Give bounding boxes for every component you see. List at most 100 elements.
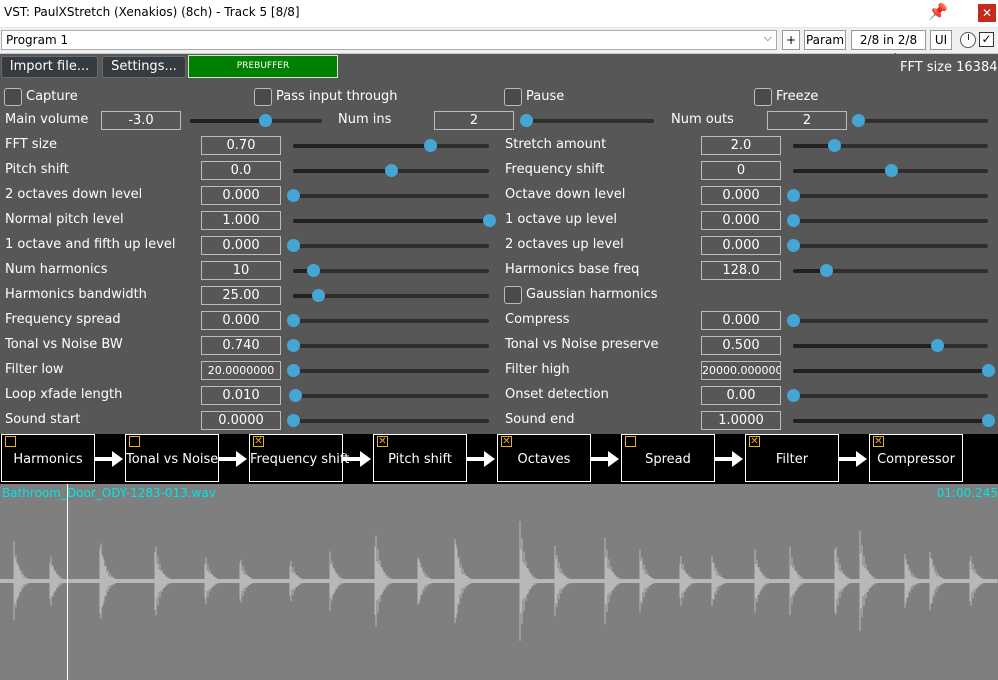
main-volume-value[interactable]: -3.0 [101,111,181,130]
2-octaves-down-level-value[interactable]: 0.000 [201,186,281,205]
wet-knob[interactable] [960,32,976,48]
octave-down-level-slider[interactable] [787,189,988,202]
close-icon[interactable]: ✕ [978,4,996,22]
1-octave-and-fifth-up-level-value[interactable]: 0.000 [201,236,281,255]
tonal-vs-noise-preserve-slider-thumb[interactable] [931,339,945,352]
module-enable-checkbox[interactable] [129,436,140,447]
stretch-amount-value[interactable]: 2.0 [701,136,781,155]
pitch-shift-slider-thumb[interactable] [385,164,398,177]
onset-detection-slider-thumb[interactable] [787,389,800,402]
octave-down-level-slider-thumb[interactable] [787,189,800,202]
2-octaves-down-level-slider[interactable] [287,189,489,202]
import-file-button[interactable]: Import file... [1,56,98,78]
tonal-vs-noise-bw-slider-thumb[interactable] [287,339,300,352]
num-outs-slider[interactable] [852,114,988,127]
module-enable-checkbox[interactable] [5,436,16,447]
filter-low-slider[interactable] [287,364,489,377]
1-octave-and-fifth-up-level-slider[interactable] [287,239,489,252]
2-octaves-down-level-slider-thumb[interactable] [287,189,300,202]
2-octaves-up-level-slider[interactable] [787,239,988,252]
sound-end-value[interactable]: 1.0000 [701,411,781,430]
1-octave-up-level-slider[interactable] [787,214,988,227]
num-ins-slider-thumb[interactable] [520,114,533,127]
routing-button[interactable]: 2/8 in 2/8 out [851,30,926,65]
ui-button[interactable]: UI [930,30,952,50]
module-enable-checkbox[interactable]: ✕ [749,436,760,447]
checkbox-box[interactable] [4,88,22,106]
num-harmonics-value[interactable]: 10 [201,261,281,280]
harmonics-bandwidth-slider-thumb[interactable] [312,289,326,302]
2-octaves-up-level-value[interactable]: 0.000 [701,236,781,255]
1-octave-up-level-value[interactable]: 0.000 [701,211,781,230]
harmonics-bandwidth-slider[interactable] [293,289,489,302]
program-select[interactable]: Program 1 ⌵ [1,30,777,50]
module-enable-checkbox[interactable]: ✕ [873,436,884,447]
module-harmonics[interactable]: Harmonics [1,434,95,482]
module-filter[interactable]: ✕ Filter [745,434,839,482]
octave-down-level-value[interactable]: 0.000 [701,186,781,205]
sound-start-value[interactable]: 0.0000 [201,411,281,430]
onset-detection-value[interactable]: 0.00 [701,386,781,405]
num-outs-slider-thumb[interactable] [852,114,865,127]
checkbox-box[interactable] [254,88,272,106]
fft-size-value[interactable]: 0.70 [201,136,281,155]
main-volume-slider-thumb[interactable] [259,114,273,127]
2-octaves-up-level-slider-thumb[interactable] [787,239,800,252]
fft-size-slider[interactable] [293,139,489,152]
normal-pitch-level-slider-thumb[interactable] [483,214,496,227]
checkbox-box[interactable] [504,286,522,304]
prebuffer-indicator[interactable]: PREBUFFER [188,55,338,78]
fft-size-slider-thumb[interactable] [424,139,438,152]
playhead-cursor[interactable] [67,484,68,680]
settings-button[interactable]: Settings... [102,56,186,78]
harmonics-base-freq-slider[interactable] [793,264,988,277]
compress-value[interactable]: 0.000 [701,311,781,330]
tonal-vs-noise-bw-slider[interactable] [287,339,489,352]
module-pitch-shift[interactable]: ✕ Pitch shift [373,434,467,482]
num-harmonics-slider-thumb[interactable] [306,264,320,277]
module-compressor[interactable]: ✕ Compressor [869,434,963,482]
pin-icon[interactable]: 📌 [928,2,948,21]
tonal-vs-noise-bw-value[interactable]: 0.740 [201,336,281,355]
1-octave-up-level-slider-thumb[interactable] [787,214,800,227]
pitch-shift-value[interactable]: 0.0 [201,161,281,180]
sound-start-slider[interactable] [287,414,489,427]
harmonics-base-freq-slider-thumb[interactable] [820,264,834,277]
harmonics-base-freq-value[interactable]: 128.0 [701,261,781,280]
checkbox-box[interactable] [504,88,522,106]
num-ins-value[interactable]: 2 [434,111,514,130]
compress-slider-thumb[interactable] [787,314,800,327]
module-enable-checkbox[interactable]: ✕ [253,436,264,447]
module-tonal-vs-noise[interactable]: Tonal vs Noise [125,434,219,482]
onset-detection-slider[interactable] [787,389,988,402]
frequency-spread-value[interactable]: 0.000 [201,311,281,330]
sound-start-slider-thumb[interactable] [287,414,300,427]
stretch-amount-slider[interactable] [793,139,988,152]
filter-low-value[interactable]: 20.0000000 [201,361,281,380]
frequency-shift-slider-thumb[interactable] [884,164,898,177]
tonal-vs-noise-preserve-slider[interactable] [793,339,988,352]
add-program-button[interactable]: + [782,30,800,50]
compress-slider[interactable] [787,314,988,327]
num-outs-value[interactable]: 2 [767,111,847,130]
module-enable-checkbox[interactable]: ✕ [377,436,388,447]
loop-xfade-length-value[interactable]: 0.010 [201,386,281,405]
filter-high-slider-thumb[interactable] [982,364,995,377]
tonal-vs-noise-preserve-value[interactable]: 0.500 [701,336,781,355]
frequency-shift-slider[interactable] [793,164,988,177]
num-harmonics-slider[interactable] [293,264,489,277]
frequency-spread-slider-thumb[interactable] [287,314,300,327]
module-frequency-shift[interactable]: ✕ Frequency shift [249,434,349,482]
pitch-shift-slider[interactable] [293,164,489,177]
frequency-spread-slider[interactable] [287,314,489,327]
sound-end-slider-thumb[interactable] [982,414,995,427]
checkbox-box[interactable] [754,88,772,106]
filter-low-slider-thumb[interactable] [287,364,300,377]
module-enable-checkbox[interactable]: ✕ [501,436,512,447]
normal-pitch-level-slider[interactable] [293,214,496,227]
module-octaves[interactable]: ✕ Octaves [497,434,591,482]
main-volume-slider[interactable] [190,114,322,127]
loop-xfade-length-slider[interactable] [288,389,489,402]
filter-high-value[interactable]: 20000.0000000 [701,361,781,380]
frequency-shift-value[interactable]: 0 [701,161,781,180]
